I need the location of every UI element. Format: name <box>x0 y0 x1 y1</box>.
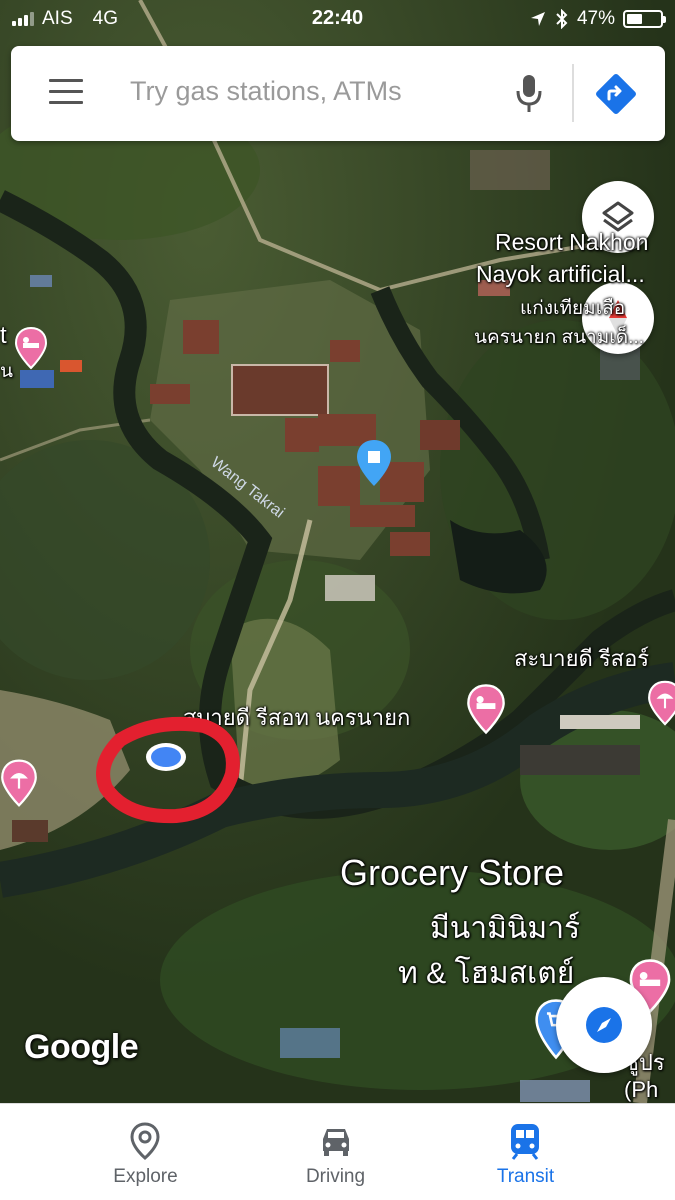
place-label-left-edge[interactable]: t <box>0 322 7 350</box>
train-icon <box>511 1124 539 1160</box>
place-label-bottom-right-paren[interactable]: (Ph <box>624 1077 658 1103</box>
location-pin-icon <box>130 1122 160 1160</box>
navigation-compass-icon <box>586 1007 622 1043</box>
place-label-grocery-thai-line2[interactable]: ท & โฮมสเตย์ <box>398 950 574 997</box>
my-location-button[interactable] <box>556 977 652 1073</box>
hotel-pin-icon[interactable] <box>14 326 48 370</box>
place-label-resort-nakhon-thai[interactable]: แก่งเทียมเสือ <box>520 293 625 323</box>
tab-transit[interactable]: Transit <box>413 1104 638 1200</box>
battery-percentage: 47% <box>576 8 615 29</box>
bluetooth-icon <box>556 9 568 29</box>
status-bar: AIS 4G 22:40 47% <box>0 0 675 38</box>
place-label-resort-nakhon-thai-line2[interactable]: นครนายก สนามเด็... <box>474 322 644 352</box>
hotel-pin-icon[interactable] <box>466 683 506 735</box>
bottom-navigation: Explore Driving Transit <box>0 1103 675 1200</box>
microphone-icon[interactable] <box>514 73 544 115</box>
hamburger-menu-icon[interactable] <box>49 79 83 107</box>
google-attribution: Google <box>24 1028 139 1066</box>
place-label-resort-nakhon[interactable]: Resort Nakhon <box>495 229 648 256</box>
battery-icon <box>623 10 666 28</box>
place-label-sabai-dee-right[interactable]: สะบายดี รีสอร์ <box>514 641 649 676</box>
beach-pin-icon[interactable] <box>647 679 675 727</box>
directions-icon[interactable] <box>595 73 637 115</box>
place-label-grocery-thai[interactable]: มีนามินิมาร์ <box>430 905 580 952</box>
car-icon <box>323 1129 349 1156</box>
selected-place-pin-icon[interactable] <box>355 438 393 488</box>
search-divider <box>572 64 574 122</box>
tab-transit-label: Transit <box>496 1166 555 1187</box>
beach-pin-icon[interactable] <box>0 758 38 808</box>
place-label-resort-nakhon-line2[interactable]: Nayok artificial... <box>476 261 645 288</box>
location-arrow-icon <box>530 12 545 26</box>
search-bar[interactable]: Try gas stations, ATMs <box>11 46 665 141</box>
search-input[interactable]: Try gas stations, ATMs <box>130 76 402 107</box>
my-location-dot[interactable] <box>143 739 189 775</box>
place-label-grocery-store[interactable]: Grocery Store <box>340 852 564 894</box>
place-label-left-edge-thai[interactable]: น <box>0 356 13 386</box>
